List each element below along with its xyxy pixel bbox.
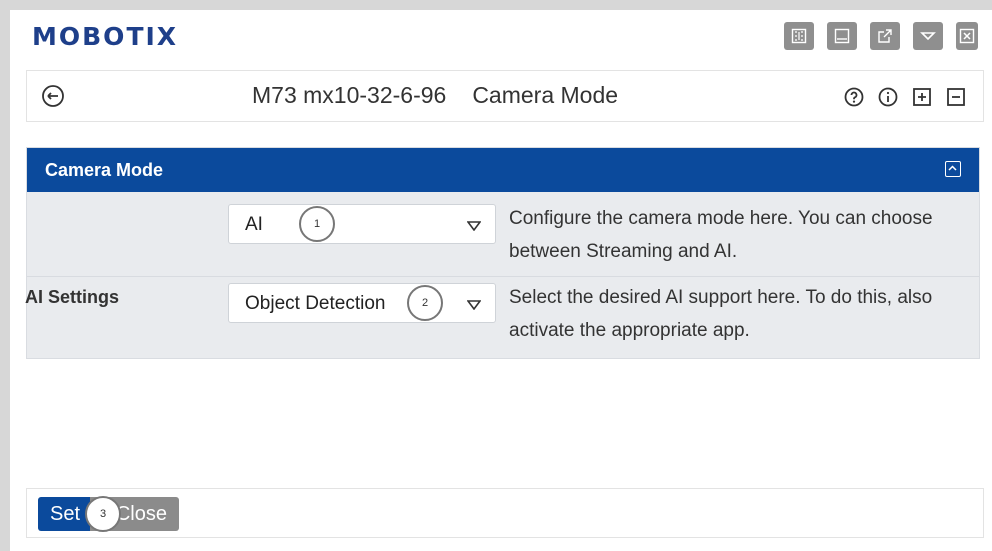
top-toolbar bbox=[784, 22, 978, 50]
window-frame-top bbox=[0, 0, 992, 10]
camera-name: M73 mx10-32-6-96 bbox=[252, 82, 447, 108]
row-label: AI Settings bbox=[25, 287, 120, 307]
external-link-icon[interactable] bbox=[870, 22, 900, 50]
collapse-panel-icon[interactable] bbox=[945, 161, 961, 177]
expand-all-icon[interactable] bbox=[911, 86, 933, 108]
mobotix-logo: MOBOTIX bbox=[32, 22, 179, 51]
page-title-text: Camera Mode bbox=[472, 82, 619, 108]
callout-badge: 1 bbox=[299, 206, 335, 242]
camera-mode-row: AI 1 Configure the camera mode here. You… bbox=[27, 192, 979, 277]
chevron-down-icon bbox=[467, 300, 481, 310]
page-header: M73 mx10-32-6-96 Camera Mode bbox=[26, 70, 984, 122]
back-icon[interactable] bbox=[41, 84, 65, 108]
row-description: Configure the camera mode here. You can … bbox=[509, 208, 933, 262]
panel-title: Camera Mode bbox=[45, 160, 164, 180]
callout-badge: 3 bbox=[85, 496, 121, 532]
camera-mode-panel: Camera Mode AI 1 Configure the camera mo… bbox=[25, 147, 980, 359]
window-frame-left bbox=[0, 0, 10, 551]
panel-icon[interactable] bbox=[827, 22, 857, 50]
ai-settings-row: AI Settings Object Detection 2 Select th… bbox=[25, 277, 979, 357]
chevron-down-icon bbox=[467, 221, 481, 231]
dropdown-icon[interactable] bbox=[913, 22, 943, 50]
help-icon[interactable] bbox=[843, 86, 865, 108]
collapse-all-icon[interactable] bbox=[945, 86, 967, 108]
page-title: M73 mx10-32-6-96 Camera Mode bbox=[252, 82, 618, 109]
grid-view-icon[interactable] bbox=[784, 22, 814, 50]
camera-mode-select[interactable]: AI bbox=[228, 204, 496, 244]
panel-header: Camera Mode bbox=[27, 148, 979, 192]
close-window-icon[interactable] bbox=[956, 22, 978, 50]
select-value: Object Detection bbox=[245, 293, 386, 314]
ai-settings-select[interactable]: Object Detection bbox=[228, 283, 496, 323]
info-icon[interactable] bbox=[877, 86, 899, 108]
set-button[interactable]: Set bbox=[38, 497, 90, 531]
row-description: Select the desired AI support here. To d… bbox=[509, 287, 933, 341]
select-value: AI bbox=[245, 214, 263, 235]
callout-badge: 2 bbox=[407, 285, 443, 321]
